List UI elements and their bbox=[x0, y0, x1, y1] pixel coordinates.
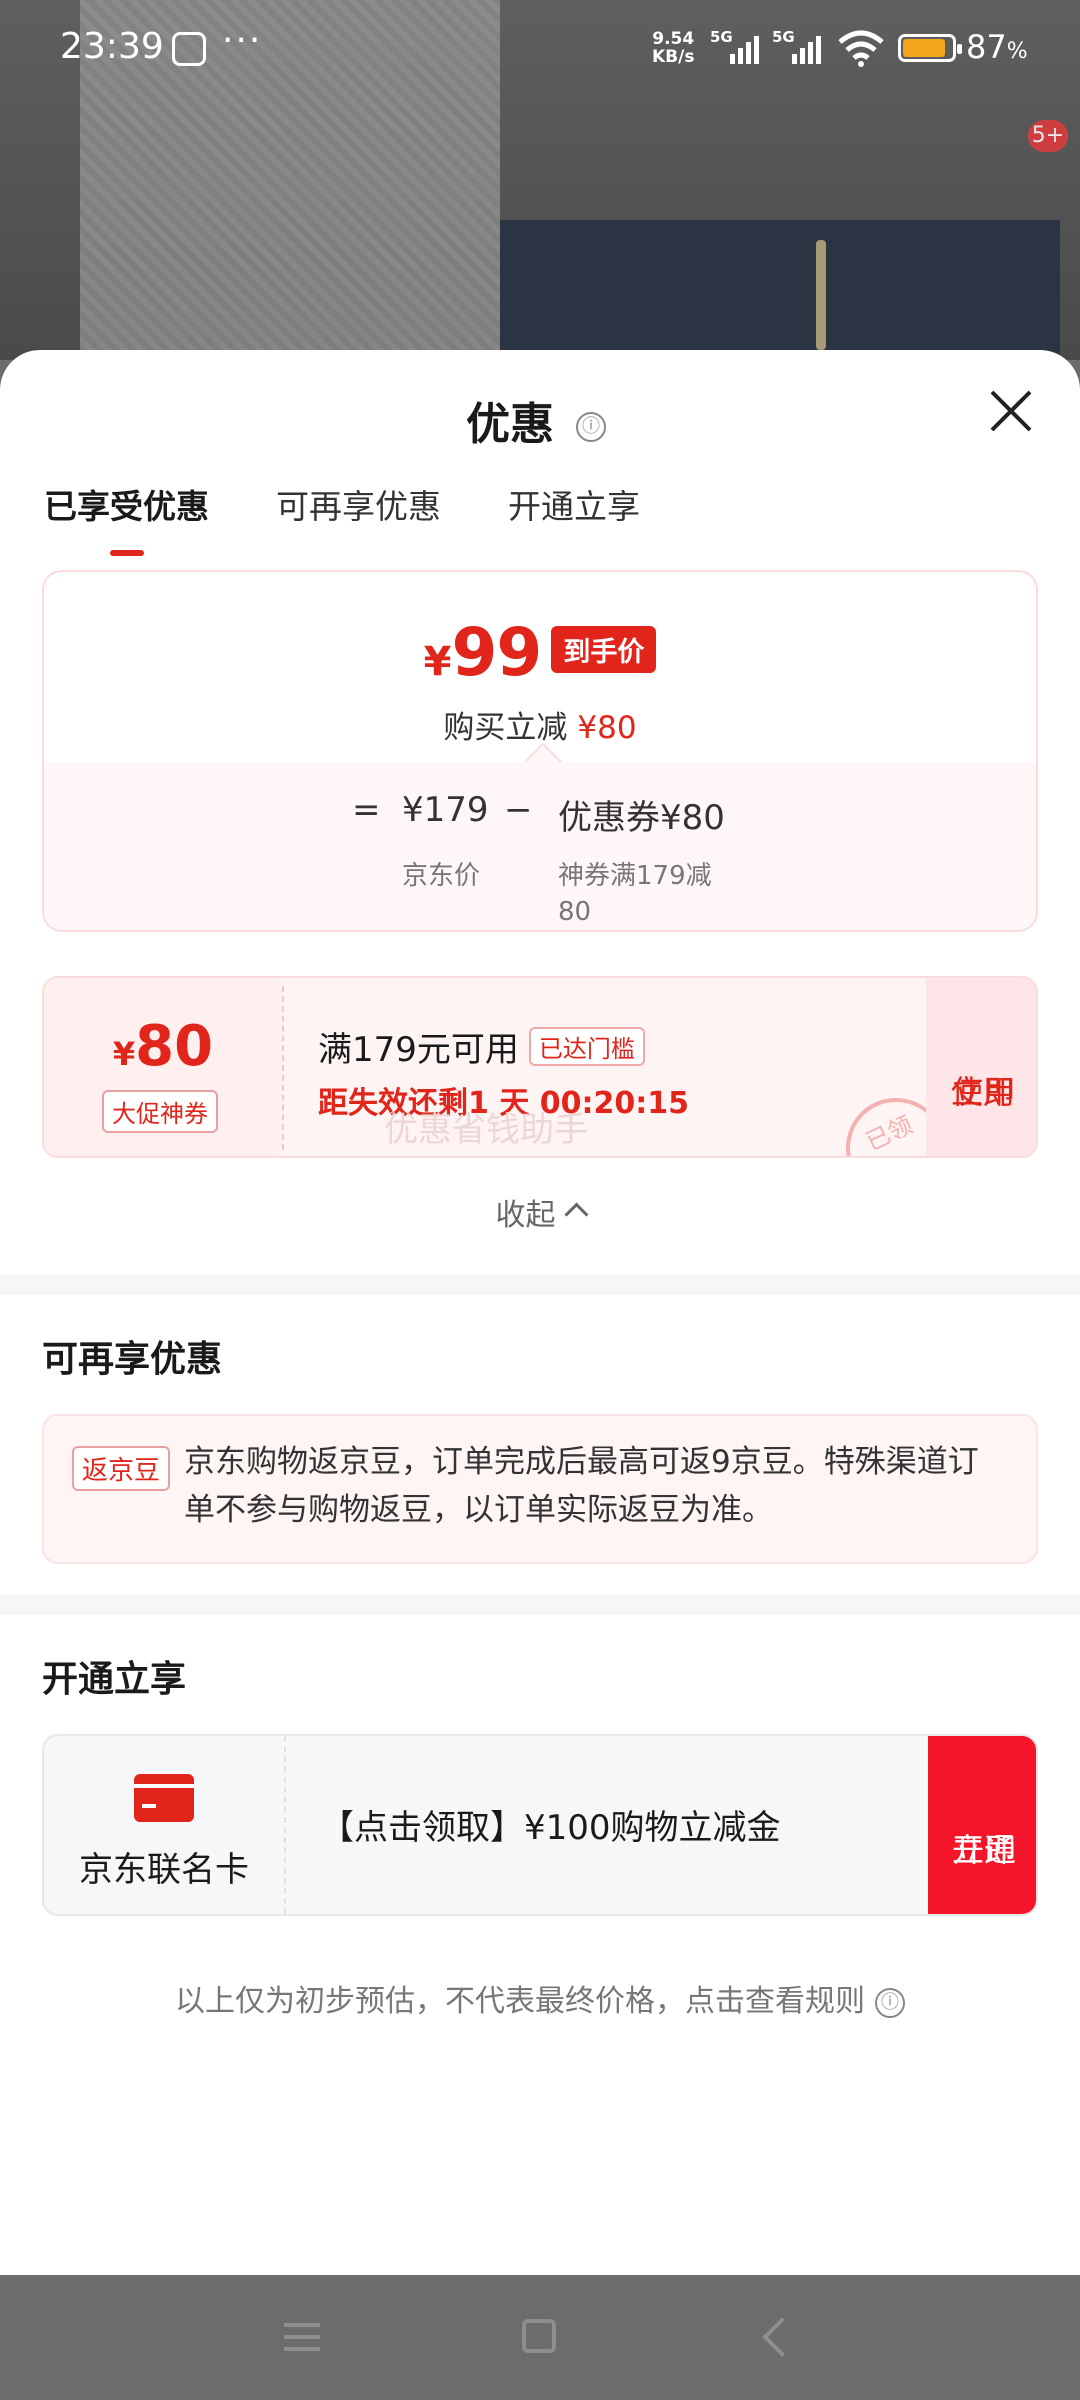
threshold-reached-tag: 已达门槛 bbox=[528, 1027, 645, 1066]
status-time: 23:39 bbox=[60, 26, 164, 67]
coupon-currency: ¥ bbox=[112, 1035, 136, 1073]
discount-bottom-sheet: 优惠 ⓘ 已享受优惠 可再享优惠 开通立享 ¥99 到手价 购买立减 ¥80 = ¥1… bbox=[0, 350, 1080, 2275]
wifi-icon bbox=[838, 30, 884, 67]
tab-enjoyed[interactable]: 已享受优惠 bbox=[44, 480, 209, 528]
jingdou-rebate-card: 返京豆 京东购物返京豆，订单完成后最高可返9京豆。特殊渠道订单不参与购物返豆，以… bbox=[42, 1414, 1038, 1564]
open-section-title: 开通立享 bbox=[42, 1659, 187, 1700]
battery-level-fill bbox=[903, 39, 945, 57]
reduce-label: 购买立减 bbox=[443, 710, 568, 746]
active-tab-indicator bbox=[110, 550, 144, 556]
original-price-label: 京东价 bbox=[402, 861, 481, 891]
collapse-label: 收起 bbox=[495, 1198, 556, 1233]
battery-percent: 87% bbox=[966, 28, 1028, 66]
battery-percent-value: 87 bbox=[966, 28, 1007, 66]
jacket-zipper bbox=[816, 240, 826, 350]
card-name: 京东联名卡 bbox=[79, 1850, 249, 1890]
currency-symbol: ¥ bbox=[423, 639, 452, 685]
sheet-title: 优惠 bbox=[466, 399, 554, 450]
final-price-tag: 到手价 bbox=[551, 626, 657, 673]
more-section-title: 可再享优惠 bbox=[42, 1339, 223, 1380]
final-price: ¥99 到手价 bbox=[44, 614, 1036, 691]
home-icon[interactable] bbox=[522, 2319, 556, 2353]
card-separator bbox=[284, 1736, 286, 1914]
signal-5g-icon-2: 5G bbox=[772, 28, 821, 64]
disclaimer-text: 以上仅为初步预估，不代表最终价格，点击查看规则 bbox=[175, 1984, 865, 2019]
coupon-value-number: 80 bbox=[135, 1014, 214, 1079]
use-coupon-button[interactable]: 立即 使用 bbox=[926, 978, 1036, 1156]
section-divider bbox=[0, 1275, 1080, 1295]
open-card-button[interactable]: 立即 开通 bbox=[928, 1736, 1036, 1914]
jingdou-tag: 返京豆 bbox=[72, 1446, 171, 1491]
card-info: 京东联名卡 bbox=[44, 1736, 284, 1914]
network-speed-value: 9.54 bbox=[652, 29, 695, 49]
minus-sign: − bbox=[504, 790, 533, 830]
reduce-amount: ¥80 bbox=[577, 710, 637, 746]
original-price: ¥179 bbox=[402, 790, 489, 830]
watermark-text: 优惠省钱助手 bbox=[384, 1110, 588, 1150]
tab-more[interactable]: 可再享优惠 bbox=[276, 480, 441, 528]
coupon-condition: 满179元可用 已达门槛 bbox=[318, 1022, 645, 1071]
jacket-navy-body bbox=[500, 220, 1060, 360]
system-navigation-bar bbox=[0, 2275, 1080, 2400]
collapse-button[interactable]: 收起 bbox=[0, 1190, 1080, 1234]
tab-open[interactable]: 开通立享 bbox=[508, 480, 640, 528]
battery-icon bbox=[898, 34, 962, 62]
signal-2-label: 5G bbox=[772, 28, 795, 46]
coupon-deduction: 优惠券¥80 bbox=[558, 790, 725, 839]
cobrand-card-offer[interactable]: 京东联名卡 【点击领取】¥100购物立减金 立即 开通 bbox=[42, 1734, 1038, 1916]
jingdou-text: 京东购物返京豆，订单完成后最高可返9京豆。特殊渠道订单不参与购物返豆，以订单实际… bbox=[184, 1444, 979, 1528]
use-line2: 使用 bbox=[950, 1073, 1015, 1111]
disclaimer-link[interactable]: 以上仅为初步预估，不代表最终价格，点击查看规则 ⓘ bbox=[0, 1976, 1080, 2020]
price-breakdown-card: ¥99 到手价 购买立减 ¥80 = ¥179 − 优惠券¥80 京东价 神券满17… bbox=[42, 570, 1038, 932]
close-icon[interactable] bbox=[986, 386, 1036, 436]
coupon-amount: ¥80 bbox=[660, 798, 725, 838]
battery-percent-unit: % bbox=[1006, 39, 1028, 64]
network-speed: 9.54 KB/s bbox=[652, 30, 694, 66]
coupon-type-tag: 大促神券 bbox=[102, 1090, 218, 1133]
sheet-header: 优惠 ⓘ bbox=[0, 388, 1080, 452]
coupon-desc: 神券满179减 80 bbox=[558, 858, 712, 930]
coupon-desc-line2: 80 bbox=[558, 897, 592, 927]
section-divider-2 bbox=[0, 1595, 1080, 1615]
open-line2: 开通 bbox=[951, 1831, 1016, 1869]
coupon-value: ¥80 bbox=[44, 1014, 282, 1079]
coupon-separator bbox=[282, 986, 284, 1150]
price-formula-area bbox=[44, 762, 1036, 930]
reduce-line: 购买立减 ¥80 bbox=[44, 702, 1036, 747]
info-icon[interactable]: ⓘ bbox=[576, 412, 606, 442]
network-speed-unit: KB/s bbox=[652, 47, 695, 67]
status-bar: 23:39 ··· 9.54 KB/s 5G 5G 87% bbox=[0, 0, 1080, 100]
use-button-label: 立即 使用 bbox=[926, 1024, 1036, 1111]
coupon-condition-text: 满179元可用 bbox=[318, 1030, 519, 1070]
rules-info-icon: ⓘ bbox=[875, 1987, 905, 2018]
more-notifications-icon: ··· bbox=[222, 20, 263, 61]
credit-card-icon bbox=[134, 1774, 194, 1822]
coupon-desc-line1: 神券满179减 bbox=[558, 861, 712, 891]
final-price-value: 99 bbox=[451, 614, 542, 691]
signal-5g-icon: 5G bbox=[710, 28, 759, 64]
alarm-app-icon bbox=[172, 32, 206, 66]
card-offer-desc: 【点击领取】¥100购物立减金 bbox=[320, 1808, 781, 1848]
open-button-label: 立即 开通 bbox=[928, 1782, 1036, 1869]
coupon-label: 优惠券 bbox=[558, 798, 660, 838]
cart-count-badge: 5+ bbox=[1028, 120, 1068, 152]
chevron-up-icon bbox=[563, 1202, 589, 1227]
menu-icon[interactable] bbox=[284, 2323, 320, 2351]
back-icon[interactable] bbox=[762, 2317, 802, 2357]
signal-1-label: 5G bbox=[710, 28, 733, 46]
equals-sign: = bbox=[352, 790, 381, 830]
